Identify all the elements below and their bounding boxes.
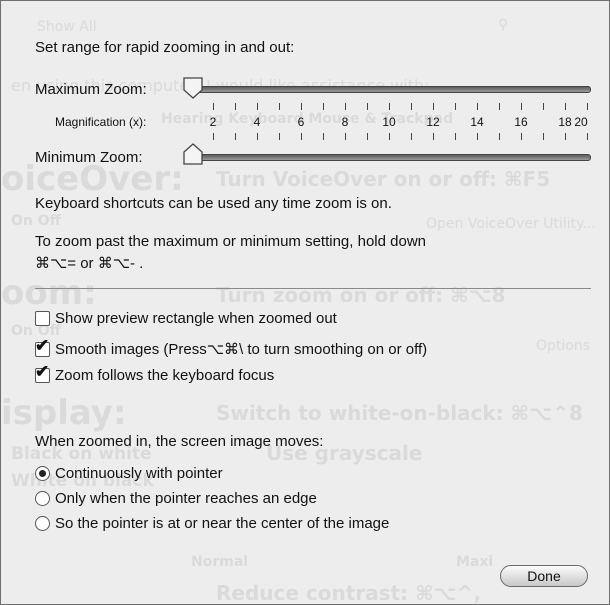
scale-label: 12 xyxy=(426,115,440,129)
radio-edge[interactable]: Only when the pointer reaches an edge xyxy=(35,490,317,507)
radio-continuously[interactable]: Continuously with pointer xyxy=(35,465,223,482)
radio-label: Only when the pointer reaches an edge xyxy=(55,490,317,507)
min-zoom-slider-thumb[interactable] xyxy=(182,142,204,166)
scale-label: 2 xyxy=(209,115,217,129)
radio-dot-icon xyxy=(39,470,46,477)
check-icon: ✔ xyxy=(35,362,50,381)
radio-center[interactable]: So the pointer is at or near the center … xyxy=(35,515,389,532)
moves-label: When zoomed in, the screen image moves: xyxy=(35,433,324,450)
checkbox-smooth-images[interactable]: ✔ Smooth images (Press⌥⌘\ to turn smooth… xyxy=(35,337,428,358)
separator xyxy=(35,288,591,289)
done-button[interactable]: Done xyxy=(500,565,588,587)
scale-label: 20 xyxy=(574,115,588,129)
checkbox-show-preview[interactable]: Show preview rectangle when zoomed out xyxy=(35,310,337,327)
past-max-note: To zoom past the maximum or minimum sett… xyxy=(35,233,426,250)
checkbox-label: Zoom follows the keyboard focus xyxy=(55,367,275,384)
max-zoom-label: Maximum Zoom: xyxy=(35,81,147,98)
min-zoom-label: Minimum Zoom: xyxy=(35,149,143,166)
max-zoom-slider-thumb[interactable] xyxy=(182,76,204,100)
checkbox-box[interactable]: ✔ xyxy=(35,337,50,357)
scale-label: 16 xyxy=(514,115,528,129)
zoom-options-sheet: Show All ⚲ en using this computer, I wou… xyxy=(0,0,610,605)
radio-circle[interactable] xyxy=(35,491,50,506)
shortcuts-note: Keyboard shortcuts can be used any time … xyxy=(35,195,392,212)
scale-label: 14 xyxy=(470,115,484,129)
checkbox-box[interactable]: ✔ xyxy=(35,363,50,383)
radio-label: Continuously with pointer xyxy=(55,465,223,482)
checkbox-label: Show preview rectangle when zoomed out xyxy=(55,310,337,327)
radio-circle[interactable] xyxy=(35,516,50,531)
scale-label: 18 xyxy=(558,115,572,129)
check-icon: ✔ xyxy=(35,335,50,355)
scale-label: 4 xyxy=(253,115,261,129)
scale-label: 10 xyxy=(382,115,396,129)
scale-label: 6 xyxy=(297,115,305,129)
zoom-options-content: Set range for rapid zooming in and out: … xyxy=(1,1,609,604)
range-header: Set range for rapid zooming in and out: xyxy=(35,39,295,56)
max-zoom-slider-track[interactable] xyxy=(189,86,591,93)
min-zoom-slider-track[interactable] xyxy=(189,154,591,161)
checkbox-box[interactable] xyxy=(35,311,50,326)
magnification-label: Magnification (x): xyxy=(55,115,147,129)
checkbox-label: Smooth images (Press⌥⌘\ to turn smoothin… xyxy=(55,341,428,358)
radio-circle[interactable] xyxy=(35,466,50,481)
radio-label: So the pointer is at or near the center … xyxy=(55,515,390,532)
past-max-keys: ⌘⌥= or ⌘⌥- . xyxy=(35,255,144,272)
checkbox-zoom-follows-focus[interactable]: ✔ Zoom follows the keyboard focus xyxy=(35,363,275,384)
scale-label: 8 xyxy=(341,115,349,129)
